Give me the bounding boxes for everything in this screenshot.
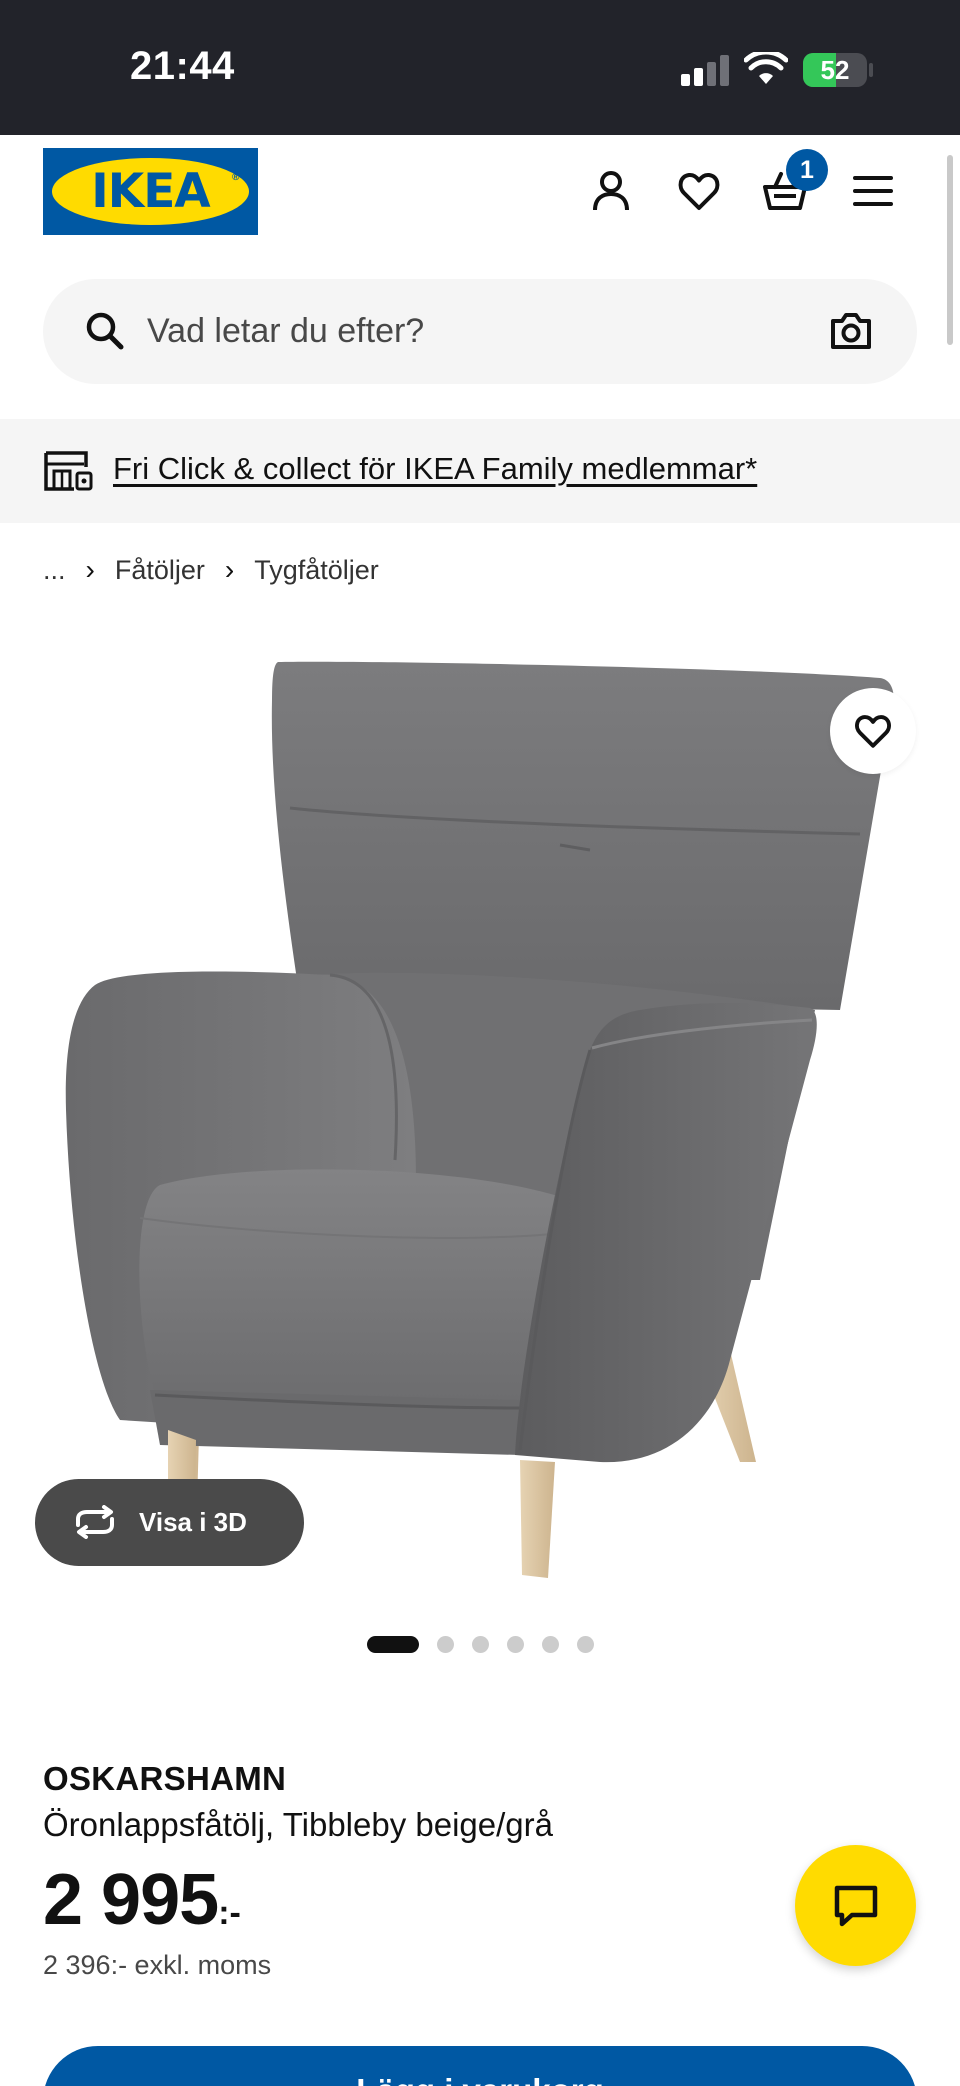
profile-icon[interactable] [588,168,634,214]
cart-count-badge: 1 [786,149,828,191]
chevron-right-icon: › [224,554,235,585]
product-image[interactable] [0,620,960,1610]
search-icon [86,312,124,350]
promo-banner: Fri Click & collect för IKEA Family medl… [0,419,960,523]
search-input[interactable] [147,279,767,384]
wifi-icon [744,52,788,84]
battery-level: 52 [820,55,850,85]
breadcrumb: ... › Fåtöljer › Tygfåtöljer [43,551,379,589]
pagination-dot[interactable] [472,1635,489,1653]
pagination-dot[interactable] [437,1635,454,1653]
registered-mark: ® [232,172,240,183]
product-description: Öronlappsfåtölj, Tibbleby beige/grå [43,1806,553,1843]
breadcrumb-item-ellipsis[interactable]: ... [43,555,66,586]
pagination-dot[interactable] [507,1635,524,1653]
camera-icon[interactable] [829,311,873,351]
search-bar[interactable] [43,279,917,384]
scroll-indicator[interactable] [947,155,953,345]
price-excluding-vat: 2 396:- exkl. moms [43,1950,272,1980]
rotate-3d-icon [76,1505,114,1539]
status-time: 21:44 [130,44,235,88]
ikea-logo[interactable]: IKEA ® [43,148,258,235]
cellular-signal-icon [681,54,729,86]
battery-cap [869,63,873,77]
heart-icon[interactable] [676,168,722,214]
add-to-cart-button[interactable]: Lägg i varukorg [43,2046,917,2086]
image-pagination [367,1635,612,1653]
view-in-3d-button[interactable]: Visa i 3D [35,1479,304,1566]
logo-text: IKEA [91,164,210,219]
pagination-dot[interactable] [542,1635,559,1653]
price-suffix: :- [218,1894,241,1932]
product-price: 2 995:- [43,1862,241,1951]
chat-button[interactable] [795,1845,916,1966]
click-collect-link[interactable]: Fri Click & collect för IKEA Family medl… [113,451,757,487]
status-bar: 21:44 52 [0,0,960,135]
price-value: 2 995 [43,1860,219,1940]
breadcrumb-item-fatoljer[interactable]: Fåtöljer [115,555,205,586]
breadcrumb-item-tygfatoljer[interactable]: Tygfåtöljer [254,555,379,586]
battery-icon: 52 [803,53,867,87]
product-name: OSKARSHAMN [43,1760,287,1797]
store-icon [44,451,93,491]
add-to-favorites-button[interactable] [830,688,916,774]
view-in-3d-label: Visa i 3D [139,1507,247,1537]
heart-icon [855,715,891,748]
chat-icon [834,1885,878,1927]
menu-icon[interactable] [850,168,896,214]
pagination-dot[interactable] [577,1635,594,1653]
pagination-dot-active[interactable] [367,1635,419,1653]
chevron-right-icon: › [85,554,95,585]
